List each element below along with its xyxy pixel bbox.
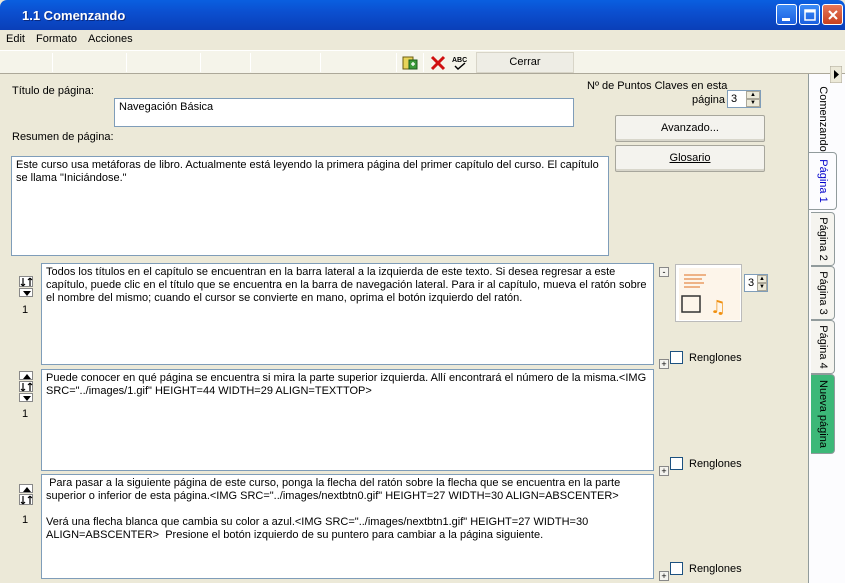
maximize-button[interactable] (799, 4, 820, 25)
lines-checkbox[interactable] (670, 562, 683, 575)
point-number: 1 (22, 304, 29, 316)
move-point-button[interactable] (19, 381, 33, 392)
minimize-icon (782, 18, 790, 21)
stepper-up-icon[interactable]: ▲ (757, 275, 767, 283)
page-tabs: Comenzando Página 1 Página 2 Página 3 Pá… (808, 74, 845, 583)
thumbnail-value: 3 (748, 277, 755, 289)
close-button[interactable]: Cerrar (476, 52, 574, 73)
toolbar-separator (126, 53, 127, 72)
page-editor: Título de página: Navegación Básica Nº d… (0, 74, 808, 583)
thumbnail-stepper[interactable]: 3 ▲ ▼ (744, 274, 768, 292)
lines-label: Renglones (689, 458, 742, 470)
move-point-button[interactable] (19, 494, 33, 505)
lines-label: Renglones (689, 563, 742, 575)
move-point-button[interactable] (19, 276, 33, 287)
svg-text:♫: ♫ (710, 297, 726, 318)
close-window-button[interactable] (822, 4, 843, 25)
arrow-up-icon (23, 487, 31, 492)
menu-edit[interactable]: Edit (6, 33, 25, 45)
tab-nueva-pagina[interactable]: Nueva página (811, 374, 835, 454)
slide-preview-icon: ♫ (679, 268, 740, 320)
point-textarea[interactable]: Puede conocer en qué página se encuentra… (41, 369, 654, 471)
keypoints-stepper[interactable]: 3 ▲ ▼ (727, 90, 761, 108)
toolbar-separator (52, 53, 53, 72)
move-down-button[interactable] (19, 288, 33, 297)
save-page-icon[interactable] (401, 54, 419, 72)
move-up-button[interactable] (19, 371, 33, 380)
page-title-input[interactable]: Navegación Básica (114, 98, 574, 127)
scroll-right-icon[interactable] (830, 66, 842, 83)
arrow-up-icon (23, 374, 31, 379)
menu-bar: Edit Formato Acciones (0, 30, 845, 50)
spellcheck-icon[interactable]: ABC (451, 54, 469, 72)
point-controls: 1 (16, 276, 36, 326)
keypoints-label: Nº de Puntos Claves en esta (587, 80, 728, 92)
expand-button[interactable]: + (659, 359, 669, 369)
toolbar-separator (250, 53, 251, 72)
minimize-button[interactable] (776, 4, 797, 25)
lines-label: Renglones (689, 352, 742, 364)
move-arrows-icon (20, 382, 33, 392)
keypoints-label-line2: página (692, 94, 726, 106)
toolbar-separator (423, 53, 424, 72)
toolbar-separator (396, 53, 397, 72)
keypoints-value: 3 (731, 93, 738, 105)
point-number: 1 (22, 514, 29, 526)
move-down-button[interactable] (19, 393, 33, 402)
title-bar: 1.1 Comenzando (0, 0, 845, 30)
slide-thumbnail[interactable]: ♫ (675, 264, 742, 322)
move-arrows-icon (20, 495, 33, 505)
expand-button[interactable]: + (659, 571, 669, 581)
point-textarea[interactable]: Para pasar a la siguiente página de este… (41, 474, 654, 579)
tab-pagina-3[interactable]: Página 3 (811, 266, 835, 320)
stepper-down-icon[interactable]: ▼ (757, 283, 767, 291)
arrow-down-icon (23, 291, 31, 296)
window-title: 1.1 Comenzando (22, 8, 126, 23)
menu-formato[interactable]: Formato (36, 33, 77, 45)
stepper-down-icon[interactable]: ▼ (746, 99, 760, 107)
maximize-icon (804, 9, 816, 21)
move-up-button[interactable] (19, 484, 33, 493)
page-title-label: Título de página: (12, 85, 94, 97)
expand-button[interactable]: + (659, 466, 669, 476)
lines-checkbox[interactable] (670, 351, 683, 364)
point-controls: 1 (16, 484, 36, 534)
lines-checkbox[interactable] (670, 457, 683, 470)
tab-pagina-4[interactable]: Página 4 (811, 320, 835, 374)
arrow-down-icon (23, 396, 31, 401)
delete-icon[interactable] (429, 54, 447, 72)
menu-acciones[interactable]: Acciones (88, 33, 133, 45)
toolbar-separator (320, 53, 321, 72)
tab-comenzando[interactable]: Comenzando (811, 84, 835, 154)
summary-label: Resumen de página: (12, 131, 114, 143)
stepper-up-icon[interactable]: ▲ (746, 91, 760, 99)
toolbar: ABC Cerrar (0, 50, 845, 74)
point-number: 1 (22, 408, 29, 420)
collapse-button[interactable]: - (659, 267, 669, 277)
point-textarea[interactable]: Todos los títulos en el capítulo se encu… (41, 263, 654, 365)
point-controls: 1 (16, 371, 36, 421)
close-icon (828, 10, 838, 20)
summary-textarea[interactable]: Este curso usa metáforas de libro. Actua… (11, 156, 609, 256)
advanced-button[interactable]: Avanzado... (615, 115, 765, 142)
glossary-button[interactable]: Glosario (615, 145, 765, 172)
tab-pagina-2[interactable]: Página 2 (811, 212, 835, 266)
toolbar-separator (200, 53, 201, 72)
move-arrows-icon (20, 277, 33, 287)
tab-pagina-1[interactable]: Página 1 (809, 152, 837, 210)
